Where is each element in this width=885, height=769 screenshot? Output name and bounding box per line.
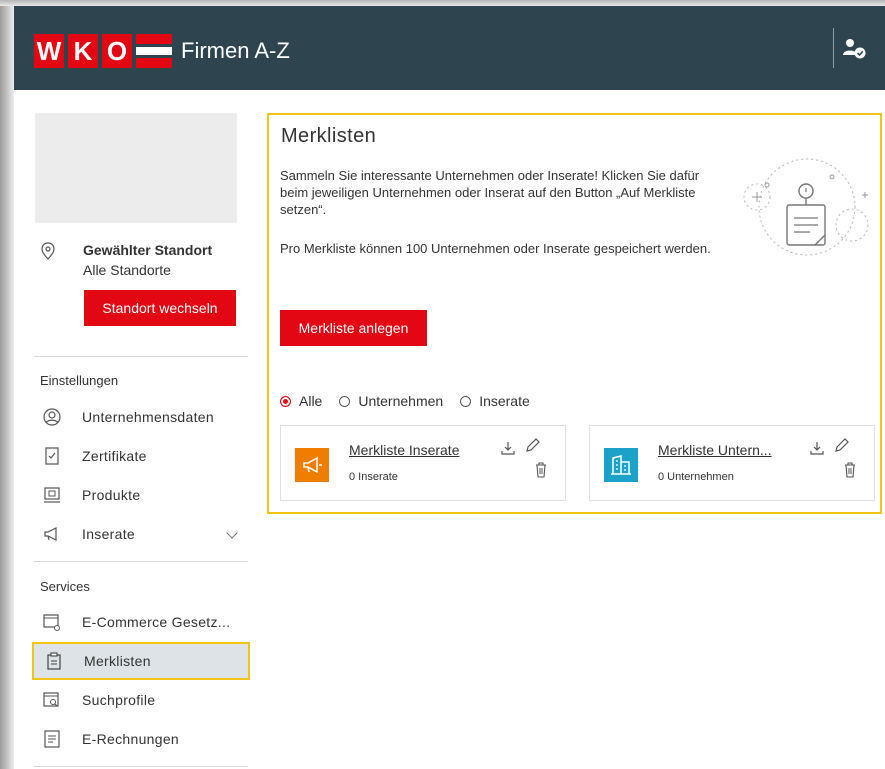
panel-description: Sammeln Sie interessante Unternehmen ode… <box>280 168 700 217</box>
sidebar-item-label: Merklisten <box>84 653 151 669</box>
sidebar-item-produkte[interactable]: Produkte <box>32 478 250 512</box>
sidebar-item-zertifikate[interactable]: Zertifikate <box>32 439 250 473</box>
location-value: Alle Standorte <box>83 262 171 278</box>
logo-letter-o: O <box>102 34 132 68</box>
sidebar-item-label: Produkte <box>82 487 141 503</box>
sidebar-divider <box>34 766 248 767</box>
user-circle-icon <box>42 407 62 427</box>
page-title: Merklisten <box>281 125 377 147</box>
app-title: Firmen A-Z <box>181 38 290 63</box>
certificate-icon <box>42 446 62 466</box>
merklisten-panel: Merklisten Sammeln Sie interessante Unte… <box>267 113 882 514</box>
sidebar-divider <box>34 561 248 562</box>
radio-icon[interactable] <box>339 395 351 407</box>
megaphone-icon <box>295 448 329 482</box>
change-location-button[interactable]: Standort wechseln <box>84 290 236 326</box>
notes-illustration <box>737 145 877 263</box>
sidebar: Gewählter Standort Alle Standorte Stando… <box>14 90 254 769</box>
list-title-link[interactable]: Merkliste Inserate <box>349 442 459 458</box>
filter-label: Inserate <box>479 393 530 409</box>
section-title-services: Services <box>40 579 90 594</box>
sidebar-item-label: E-Rechnungen <box>82 731 179 747</box>
download-icon[interactable] <box>500 440 516 456</box>
window-shadow-left <box>0 0 14 769</box>
trash-icon[interactable] <box>533 462 549 478</box>
sidebar-item-label: Suchprofile <box>82 692 156 708</box>
section-title-settings: Einstellungen <box>40 373 119 388</box>
logo-letter-w: W <box>34 34 64 68</box>
sidebar-item-unternehmensdaten[interactable]: Unternehmensdaten <box>32 400 250 434</box>
location-label: Gewählter Standort <box>83 242 213 258</box>
search-profile-icon <box>42 690 62 710</box>
download-icon[interactable] <box>809 440 825 456</box>
sidebar-item-merklisten[interactable]: Merklisten <box>32 642 250 680</box>
list-count: 0 Unternehmen <box>658 471 734 483</box>
sidebar-divider <box>34 356 248 357</box>
sidebar-item-suchprofile[interactable]: Suchprofile <box>32 683 250 717</box>
panel-limit-note: Pro Merkliste können 100 Unternehmen ode… <box>280 241 711 256</box>
top-header: W K O Firmen A-Z <box>14 6 885 90</box>
create-list-button[interactable]: Merkliste anlegen <box>280 310 427 346</box>
invoice-icon <box>42 729 62 749</box>
sidebar-item-erechnungen[interactable]: E-Rechnungen <box>32 722 250 756</box>
wko-logo[interactable]: W K O <box>34 34 172 68</box>
company-logo-placeholder <box>35 113 237 223</box>
filter-radio-group: Alle Unternehmen Inserate <box>280 391 547 411</box>
radio-icon[interactable] <box>460 395 472 407</box>
user-check-icon[interactable] <box>842 36 868 62</box>
filter-label: Unternehmen <box>358 393 444 409</box>
filter-label: Alle <box>299 393 323 409</box>
trash-icon[interactable] <box>842 462 858 478</box>
logo-letter-k: K <box>68 34 98 68</box>
list-card-unternehmen[interactable]: Merkliste Untern... 0 Unternehmen <box>589 425 875 501</box>
filter-companies[interactable]: Unternehmen <box>339 393 443 409</box>
sidebar-item-label: Unternehmensdaten <box>82 409 214 425</box>
filter-all[interactable]: Alle <box>280 393 322 409</box>
flag-icon <box>136 34 172 68</box>
sidebar-item-label: E-Commerce Gesetz... <box>82 614 231 630</box>
sidebar-item-ecommerce[interactable]: E-Commerce Gesetz... <box>32 605 250 639</box>
clipboard-icon <box>44 651 64 671</box>
sidebar-item-label: Zertifikate <box>82 448 147 464</box>
radio-checked-icon[interactable] <box>280 395 291 407</box>
filter-ads[interactable]: Inserate <box>460 393 530 409</box>
list-card-inserate[interactable]: Merkliste Inserate 0 Inserate <box>280 425 566 501</box>
app-window: W K O Firmen A-Z Gewählter Standort Alle… <box>0 0 885 769</box>
list-count: 0 Inserate <box>349 471 398 483</box>
chevron-down-icon[interactable] <box>226 527 238 539</box>
header-divider <box>833 28 834 68</box>
building-icon <box>604 448 638 482</box>
list-title-link[interactable]: Merkliste Untern... <box>658 442 772 458</box>
edit-pencil-icon[interactable] <box>833 438 849 454</box>
sidebar-item-inserate[interactable]: Inserate <box>32 517 250 551</box>
product-icon <box>42 485 62 505</box>
edit-pencil-icon[interactable] <box>524 438 540 454</box>
ecommerce-icon <box>42 612 62 632</box>
megaphone-icon <box>42 524 62 544</box>
sidebar-item-label: Inserate <box>82 526 135 542</box>
location-pin-icon <box>40 242 56 260</box>
